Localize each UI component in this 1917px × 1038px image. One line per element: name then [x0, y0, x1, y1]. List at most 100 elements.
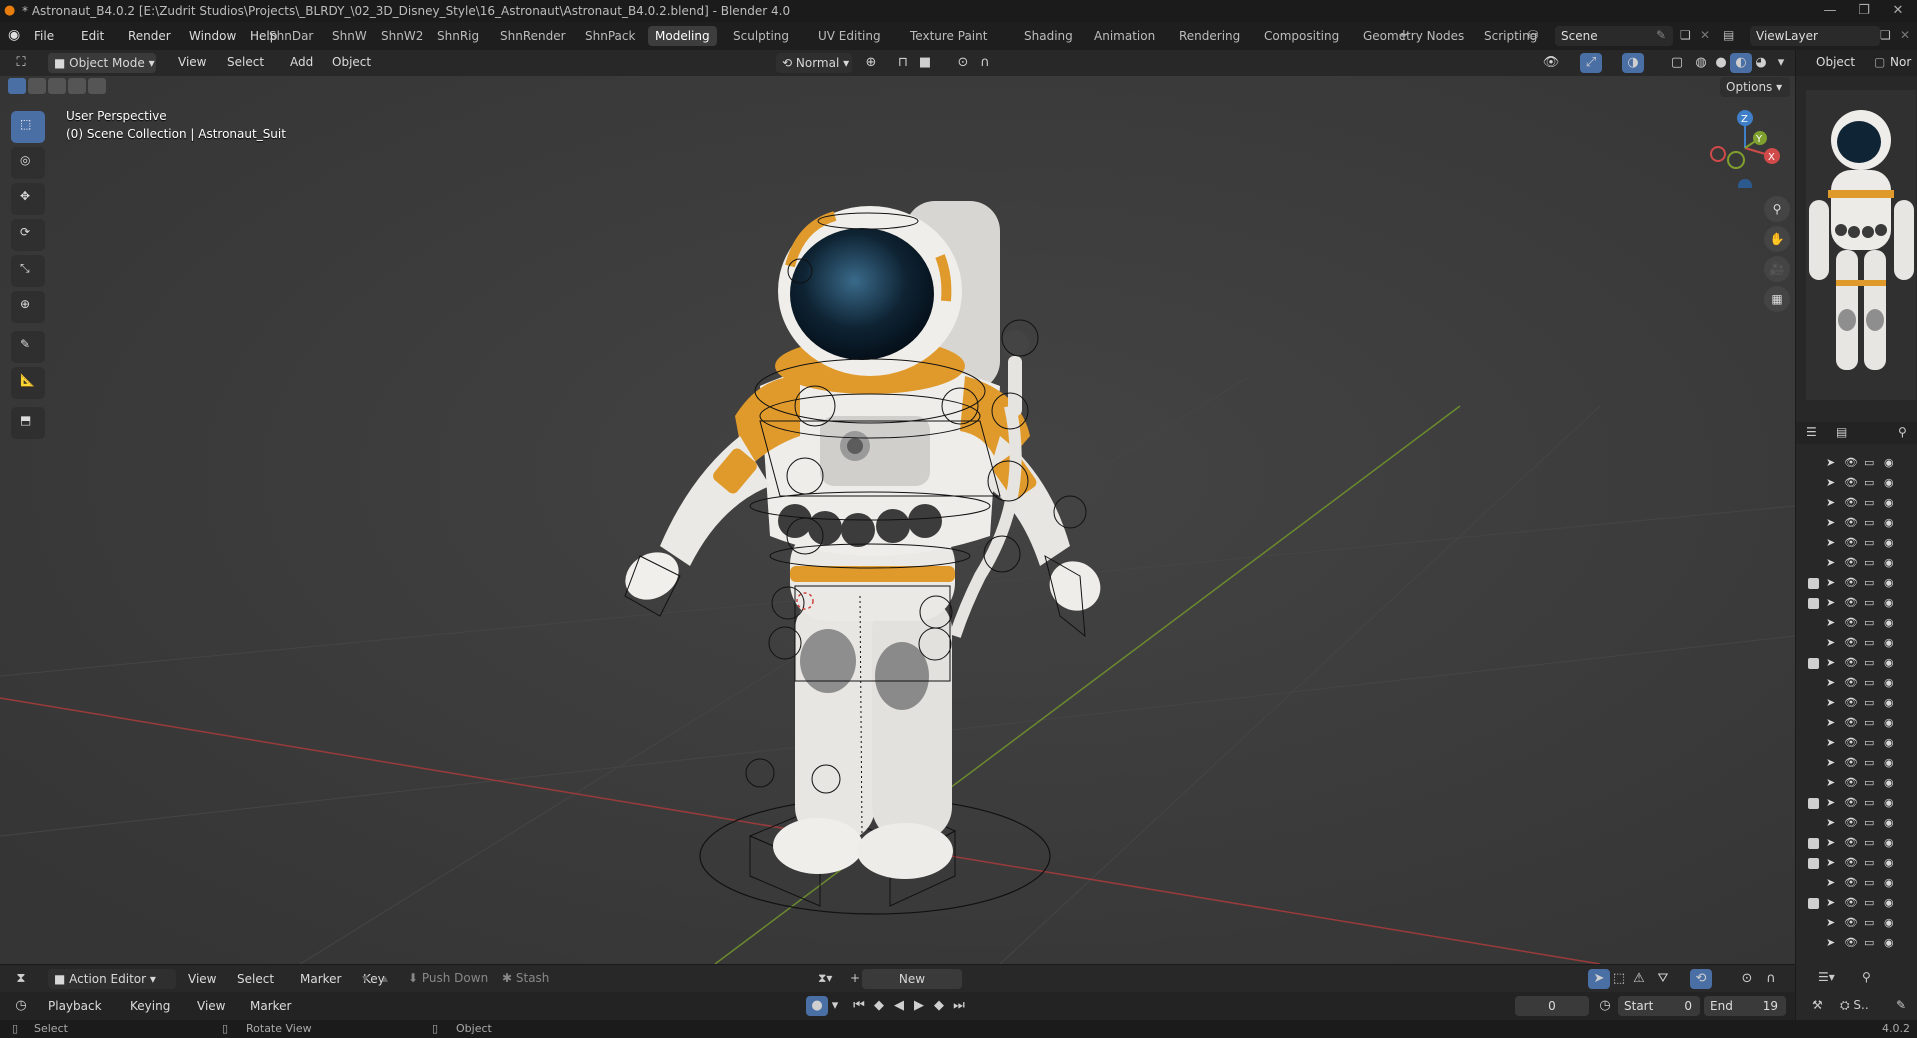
- eye-icon[interactable]: 👁: [1844, 936, 1858, 949]
- tab-shnw[interactable]: ShnW: [325, 26, 374, 46]
- jump-end-icon[interactable]: ⏭: [948, 996, 970, 1016]
- render-camera-icon[interactable]: ◉: [1884, 516, 1894, 529]
- tool-settings-icon[interactable]: ⚒: [1812, 998, 1823, 1012]
- select-arrow-icon[interactable]: ➤: [1826, 516, 1835, 529]
- outliner-row[interactable]: ➤ 👁 ▭ ◉: [1796, 634, 1917, 654]
- filter-icon[interactable]: ⛛: [1652, 969, 1674, 989]
- tab-shading[interactable]: Shading: [1017, 26, 1080, 46]
- render-camera-icon[interactable]: ◉: [1884, 796, 1894, 809]
- action-down-icon[interactable]: ▴: [382, 971, 388, 985]
- exclude-checkbox[interactable]: [1808, 898, 1819, 909]
- render-camera-icon[interactable]: ◉: [1884, 636, 1894, 649]
- end-frame-field[interactable]: End 19: [1704, 996, 1786, 1016]
- exclude-checkbox[interactable]: [1808, 498, 1819, 509]
- action-menu-marker[interactable]: Marker: [296, 970, 345, 988]
- falloff-icon[interactable]: ∩: [974, 53, 996, 73]
- exclude-checkbox[interactable]: [1808, 558, 1819, 569]
- tab-sculpting[interactable]: Sculpting: [726, 26, 796, 46]
- xray-icon[interactable]: ▢: [1666, 53, 1688, 73]
- render-camera-icon[interactable]: ◉: [1884, 736, 1894, 749]
- render-camera-icon[interactable]: ◉: [1884, 696, 1894, 709]
- pin-properties-icon[interactable]: ✎: [1896, 998, 1906, 1012]
- snap-icon[interactable]: ⊓: [892, 53, 914, 73]
- zoom-icon[interactable]: ⚲: [1764, 196, 1790, 222]
- select-arrow-icon[interactable]: ➤: [1826, 876, 1835, 889]
- wireframe-shading-icon[interactable]: ◍: [1690, 53, 1712, 73]
- viewport-display-icon[interactable]: ▭: [1864, 696, 1874, 709]
- select-new-icon[interactable]: [8, 78, 26, 94]
- viewport-display-icon[interactable]: ▭: [1864, 456, 1874, 469]
- select-invert-icon[interactable]: [68, 78, 86, 94]
- proportional-icon[interactable]: ⊙: [1736, 969, 1758, 989]
- outliner-row[interactable]: ➤ 👁 ▭ ◉: [1796, 814, 1917, 834]
- prev-keyframe-icon[interactable]: ◆: [868, 996, 890, 1016]
- render-camera-icon[interactable]: ◉: [1884, 936, 1894, 949]
- display-mode-icon[interactable]: ▤: [1836, 425, 1847, 439]
- action-up-icon[interactable]: ▾: [362, 971, 368, 985]
- view-layer-field[interactable]: ViewLayer: [1750, 26, 1880, 46]
- viewport-display-icon[interactable]: ▭: [1864, 496, 1874, 509]
- render-camera-icon[interactable]: ◉: [1884, 456, 1894, 469]
- viewport-display-icon[interactable]: ▭: [1864, 616, 1874, 629]
- render-camera-icon[interactable]: ◉: [1884, 676, 1894, 689]
- select-arrow-icon[interactable]: ➤: [1826, 556, 1835, 569]
- action-browse-icon[interactable]: ⧗▾: [818, 971, 832, 986]
- menu-window[interactable]: Window: [185, 27, 240, 45]
- select-arrow-icon[interactable]: ➤: [1826, 476, 1835, 489]
- viewport-menu-add[interactable]: Add: [286, 53, 317, 71]
- blender-menu-icon[interactable]: ◉: [8, 27, 20, 43]
- delete-view-layer-icon[interactable]: ✕: [1900, 28, 1910, 42]
- delete-scene-icon[interactable]: ✕: [1700, 28, 1710, 42]
- exclude-checkbox[interactable]: [1808, 638, 1819, 649]
- render-camera-icon[interactable]: ◉: [1884, 916, 1894, 929]
- viewport-display-icon[interactable]: ▭: [1864, 716, 1874, 729]
- pan-hand-icon[interactable]: ✋: [1764, 226, 1790, 252]
- eye-icon[interactable]: 👁: [1844, 796, 1858, 809]
- play-icon[interactable]: ▶: [908, 996, 930, 1016]
- exclude-checkbox[interactable]: [1808, 838, 1819, 849]
- tab-geometry-nodes[interactable]: Geometry Nodes: [1356, 26, 1471, 46]
- select-arrow-icon[interactable]: ➤: [1826, 896, 1835, 909]
- render-camera-icon[interactable]: ◉: [1884, 496, 1894, 509]
- editor-type-icon[interactable]: ⛶: [10, 53, 32, 73]
- outliner-row[interactable]: ➤ 👁 ▭ ◉: [1796, 834, 1917, 854]
- timeline-editor-icon[interactable]: ◷: [10, 996, 32, 1016]
- stash-button[interactable]: ✱ Stash: [502, 971, 549, 985]
- outliner-row[interactable]: ➤ 👁 ▭ ◉: [1796, 714, 1917, 734]
- outliner-row[interactable]: ➤ 👁 ▭ ◉: [1796, 614, 1917, 634]
- exclude-checkbox[interactable]: [1808, 738, 1819, 749]
- viewport-display-icon[interactable]: ▭: [1864, 476, 1874, 489]
- errors-icon[interactable]: ⚠: [1628, 969, 1650, 989]
- eye-icon[interactable]: 👁: [1844, 696, 1858, 709]
- render-camera-icon[interactable]: ◉: [1884, 836, 1894, 849]
- select-arrow-icon[interactable]: ➤: [1826, 456, 1835, 469]
- outliner-row[interactable]: ➤ 👁 ▭ ◉: [1796, 774, 1917, 794]
- select-intersect-icon[interactable]: [88, 78, 106, 94]
- outliner-row[interactable]: ➤ 👁 ▭ ◉: [1796, 654, 1917, 674]
- exclude-checkbox[interactable]: [1808, 878, 1819, 889]
- viewport-display-icon[interactable]: ▭: [1864, 816, 1874, 829]
- exclude-checkbox[interactable]: [1808, 618, 1819, 629]
- eye-icon[interactable]: 👁: [1844, 596, 1858, 609]
- maximize-icon[interactable]: ❐: [1847, 0, 1881, 22]
- jump-start-icon[interactable]: ⏮: [848, 996, 870, 1016]
- start-frame-field[interactable]: Start 0: [1618, 996, 1700, 1016]
- menu-file[interactable]: File: [30, 27, 58, 45]
- eye-icon[interactable]: 👁: [1844, 776, 1858, 789]
- outliner-row[interactable]: ➤ 👁 ▭ ◉: [1796, 514, 1917, 534]
- action-menu-view[interactable]: View: [184, 970, 220, 988]
- menu-render[interactable]: Render: [124, 27, 175, 45]
- viewport-display-icon[interactable]: ▭: [1864, 936, 1874, 949]
- snapping-icon[interactable]: ⟲: [1690, 969, 1712, 989]
- measure-tool[interactable]: 📐: [11, 367, 45, 399]
- tab-object[interactable]: Object: [1816, 55, 1855, 69]
- cursor-tool[interactable]: ◎: [11, 147, 45, 179]
- action-menu-select[interactable]: Select: [233, 970, 278, 988]
- rotate-tool[interactable]: ⟳: [11, 219, 45, 251]
- viewport-display-icon[interactable]: ▭: [1864, 876, 1874, 889]
- select-arrow-icon[interactable]: ➤: [1826, 836, 1835, 849]
- render-camera-icon[interactable]: ◉: [1884, 656, 1894, 669]
- overlay-toggle-icon[interactable]: ◑: [1622, 53, 1644, 73]
- proportional-edit-icon[interactable]: ⊙: [952, 53, 974, 73]
- outliner-row[interactable]: ➤ 👁 ▭ ◉: [1796, 934, 1917, 954]
